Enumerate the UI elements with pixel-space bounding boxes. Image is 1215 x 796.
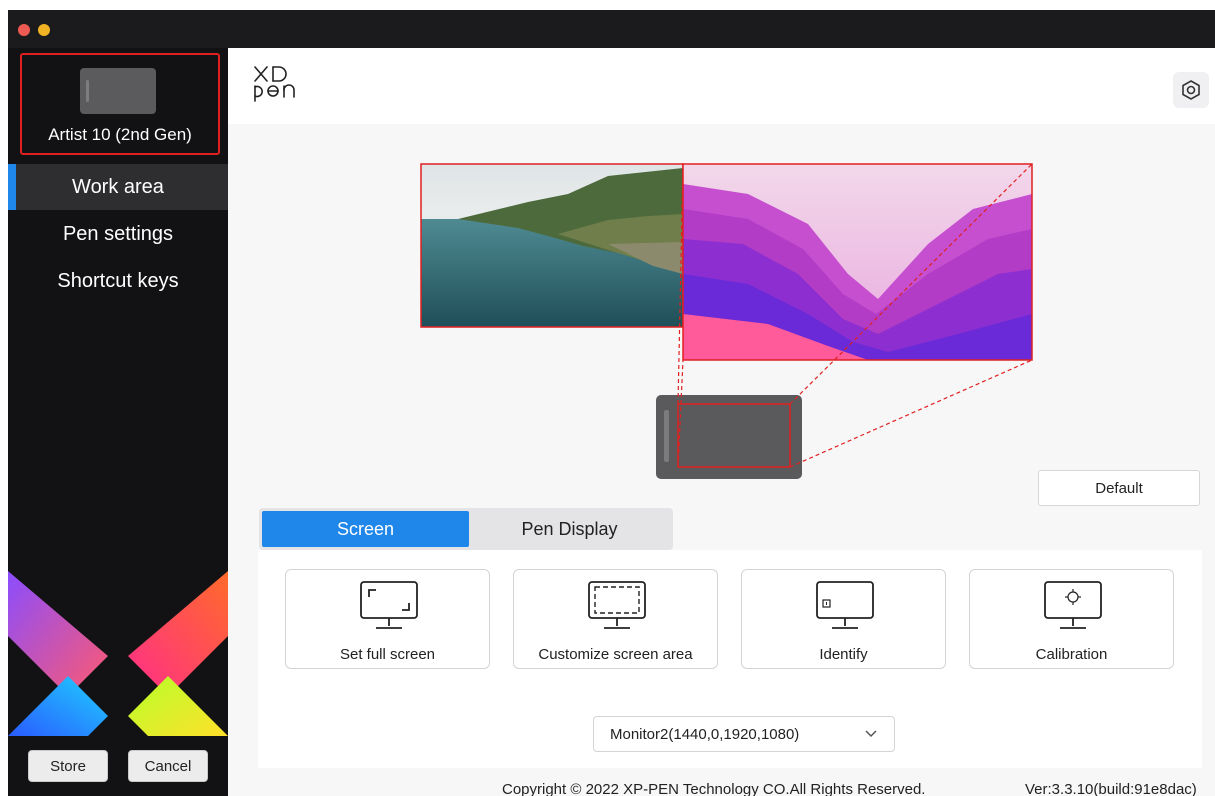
version-text: Ver:3.3.10(build:91e8dac) [1025,781,1197,796]
customize-screen-area-label: Customize screen area [538,646,693,663]
monitor-select[interactable]: Monitor2(1440,0,1920,1080) [593,716,895,752]
monitor-custom-area-icon [588,581,646,629]
settings-button[interactable] [1173,72,1209,108]
xp-pen-logo [252,64,300,107]
tablet-thumbnail [80,68,156,114]
monitor-calibration-icon [1044,581,1102,629]
close-window-button[interactable] [18,24,30,36]
work-area-mapping [420,163,1033,479]
set-full-screen-label: Set full screen [339,646,436,663]
customize-screen-area-button[interactable]: Customize screen area [513,569,718,669]
top-bar [228,48,1215,124]
monitor-select-value: Monitor2(1440,0,1920,1080) [610,726,800,743]
chevron-down-icon [865,730,877,738]
xp-logo-art-icon [8,571,228,736]
set-full-screen-button[interactable]: Set full screen [285,569,490,669]
screen-options-panel: Set full screen Customize screen area Id… [258,550,1202,768]
monitor-identify-icon [816,581,874,629]
xp-pen-logo-icon [254,66,295,102]
store-button[interactable]: Store [28,750,108,782]
footer: Copyright © 2022 XP-PEN Technology CO.Al… [228,768,1215,796]
calibration-label: Calibration [1035,646,1108,663]
monitor-fullscreen-icon [360,581,418,629]
calibration-button[interactable]: Calibration [969,569,1174,669]
monitor-2-preview[interactable] [682,163,1033,361]
title-bar [8,10,1215,48]
cancel-button[interactable]: Cancel [128,750,208,782]
sidebar: Artist 10 (2nd Gen) Work area Pen settin… [8,48,228,796]
sidebar-item-shortcut-keys[interactable]: Shortcut keys [8,258,228,304]
copyright-text: Copyright © 2022 XP-PEN Technology CO.Al… [502,781,926,796]
app-window: Artist 10 (2nd Gen) Work area Pen settin… [8,10,1215,796]
identify-label: Identify [819,646,868,663]
sidebar-item-work-area[interactable]: Work area [8,164,228,210]
minimize-window-button[interactable] [38,24,50,36]
tab-pen-display[interactable]: Pen Display [469,511,670,547]
identify-button[interactable]: Identify [741,569,946,669]
gear-icon [1182,80,1200,100]
device-name: Artist 10 (2nd Gen) [48,125,192,144]
tab-bar: Screen Pen Display [259,508,673,550]
monitor-1-preview[interactable] [420,163,684,328]
device-selector[interactable]: Artist 10 (2nd Gen) [20,53,220,155]
sidebar-item-pen-settings[interactable]: Pen settings [8,211,228,257]
tab-screen[interactable]: Screen [262,511,469,547]
default-button[interactable]: Default [1038,470,1200,506]
